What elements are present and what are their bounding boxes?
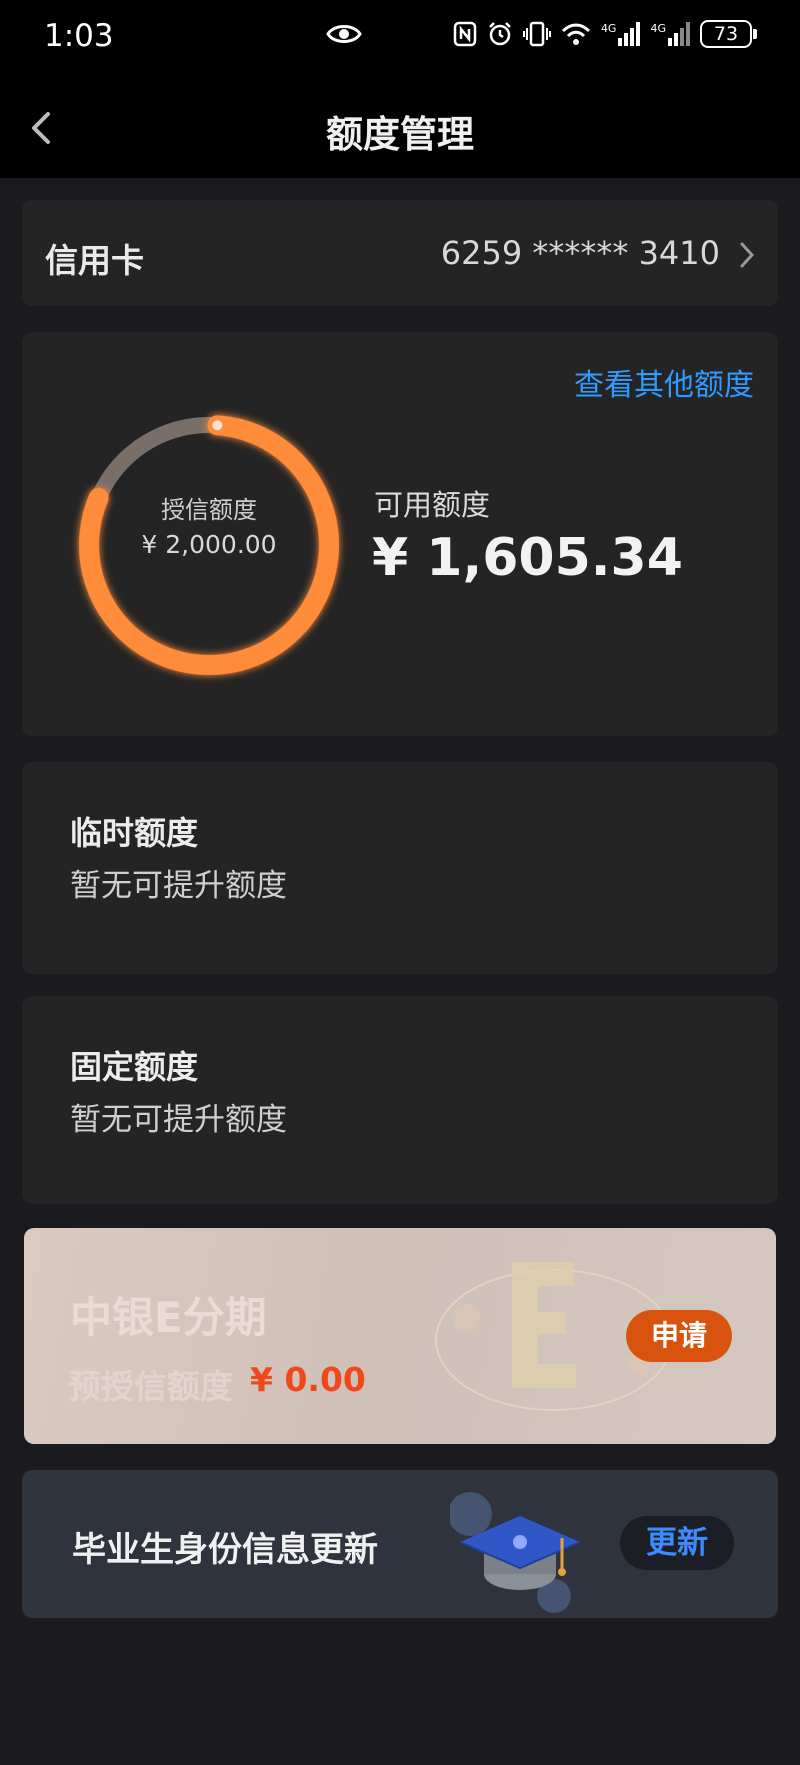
temporary-limit-title: 临时额度 xyxy=(70,814,199,852)
update-button[interactable]: 更新 xyxy=(620,1516,734,1570)
fixed-limit-title: 固定额度 xyxy=(70,1048,199,1086)
ring-start-dot xyxy=(212,420,223,431)
temporary-limit-subtitle: 暂无可提升额度 xyxy=(70,868,287,904)
fixed-limit-subtitle: 暂无可提升额度 xyxy=(70,1102,287,1138)
available-limit-value: ¥ 1,605.34 xyxy=(372,528,683,588)
fixed-limit-card[interactable]: 固定额度 暂无可提升额度 xyxy=(22,996,778,1204)
wifi-icon xyxy=(561,22,591,46)
chevron-right-icon xyxy=(738,240,756,274)
alarm-icon xyxy=(487,21,513,47)
signal-icon: 4G xyxy=(650,22,690,46)
eye-icon xyxy=(326,22,362,50)
temporary-limit-card[interactable]: 临时额度 暂无可提升额度 xyxy=(22,762,778,974)
credit-card-selector[interactable]: 信用卡 6259 ****** 3410 xyxy=(22,200,778,306)
available-limit-label: 可用额度 xyxy=(374,488,491,522)
status-bar: 1:03 4G 4G 73 xyxy=(0,0,800,78)
status-time: 1:03 xyxy=(44,18,114,54)
network-label: 4G xyxy=(600,22,617,35)
status-icons: 4G 4G 73 xyxy=(453,20,757,48)
pre-credit-value: ¥ 0.00 xyxy=(250,1360,366,1399)
limit-card: 查看其他额度 授信额度 ¥ 2,000.00 可用额度 ¥ 1,605.34 xyxy=(22,332,778,736)
pre-credit-label: 预授信额度 xyxy=(68,1367,233,1406)
signal-icon: 4G xyxy=(601,22,641,46)
graduation-cap-icon xyxy=(450,1492,581,1613)
installment-banner[interactable]: 中银E分期 预授信额度 ¥ 0.00 申请 xyxy=(24,1228,776,1444)
vibrate-icon xyxy=(522,21,551,47)
page-title: 额度管理 xyxy=(326,113,474,156)
nfc-icon xyxy=(453,21,477,47)
network-label: 4G xyxy=(650,22,666,35)
graduate-update-label: 毕业生身份信息更新 xyxy=(72,1530,378,1570)
view-other-limits-link[interactable]: 查看其他额度 xyxy=(574,360,754,404)
card-number: 6259 ****** 3410 xyxy=(440,234,720,272)
apply-button[interactable]: 申请 xyxy=(626,1310,732,1362)
battery-icon: 73 xyxy=(700,20,757,48)
credit-limit-label: 授信额度 xyxy=(161,496,257,524)
installment-title: 中银E分期 xyxy=(70,1293,267,1342)
credit-limit-value: ¥ 2,000.00 xyxy=(141,530,277,559)
title-bar: 额度管理 xyxy=(0,78,800,178)
graduate-update-card[interactable]: 毕业生身份信息更新 更新 xyxy=(22,1470,778,1618)
card-type-label: 信用卡 xyxy=(45,241,144,280)
